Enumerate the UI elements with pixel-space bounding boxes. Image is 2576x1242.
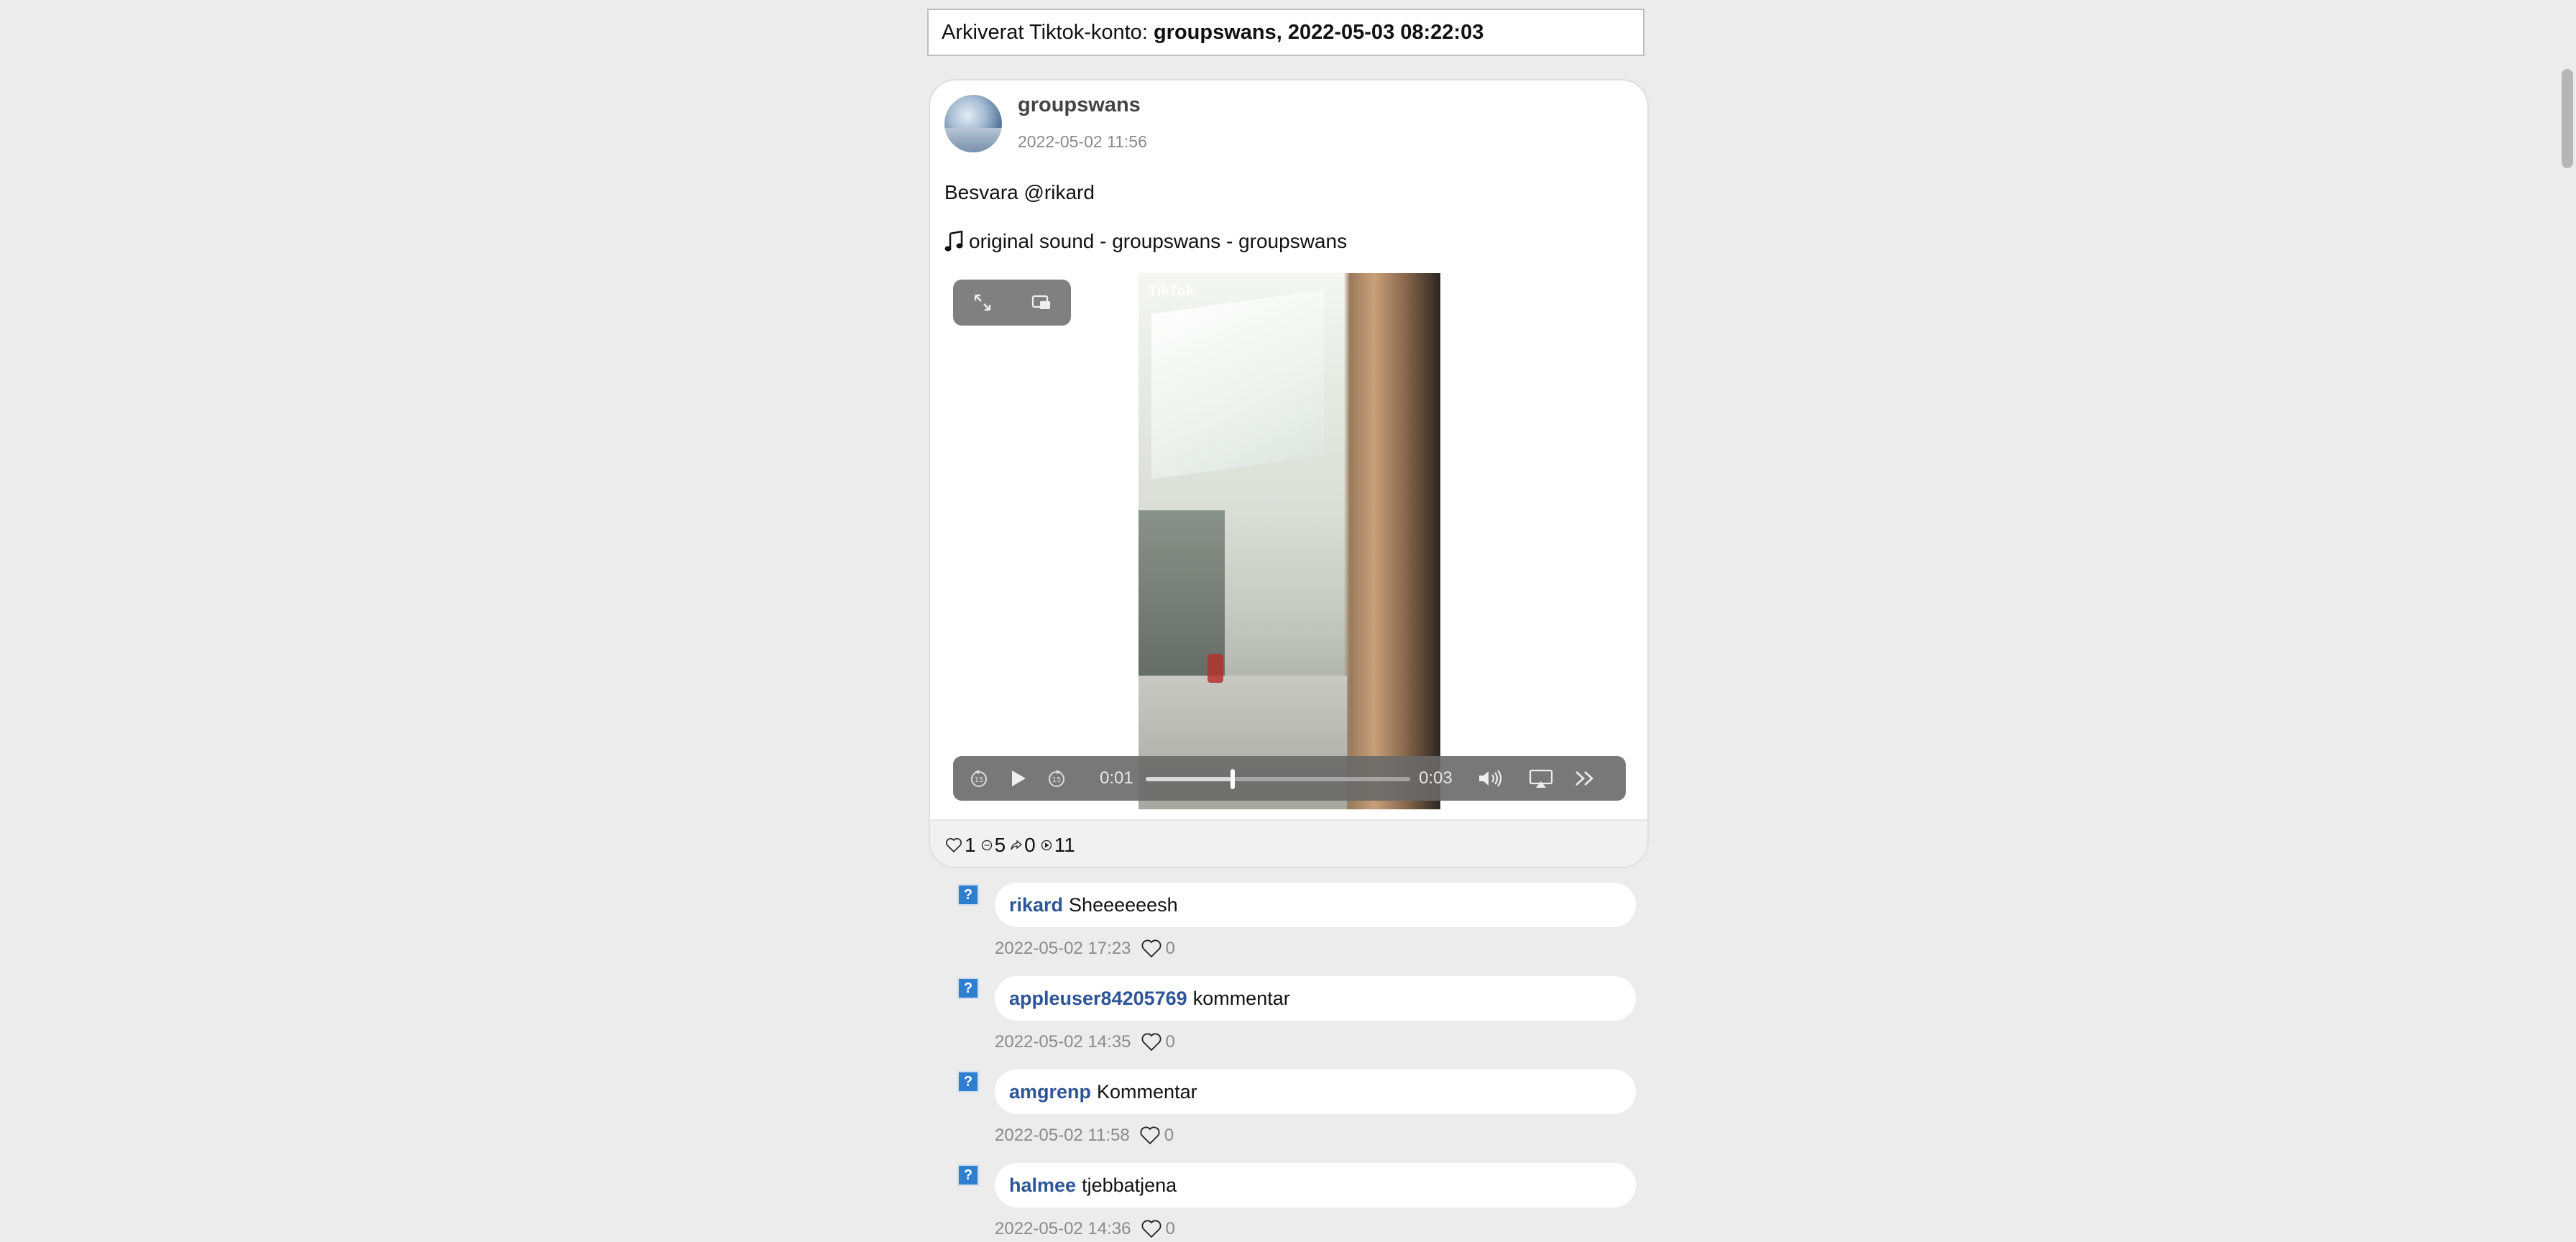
comment-list: ? rikard Sheeeeeesh 2022-05-02 17:23 0 ? … bbox=[929, 868, 1649, 1238]
comment-like-count: 0 bbox=[1165, 939, 1175, 958]
archive-header: Arkiverat Tiktok-konto: groupswans, 2022… bbox=[927, 9, 1644, 56]
comment-bubble: halmee tjebbatjena bbox=[995, 1163, 1636, 1208]
current-time: 0:01 bbox=[1100, 768, 1133, 788]
scrollbar-thumb[interactable] bbox=[2562, 69, 2573, 168]
archive-account-date: groupswans, 2022-05-03 08:22:03 bbox=[1153, 21, 1484, 44]
skip-forward-15-icon[interactable]: 15 bbox=[1045, 767, 1068, 790]
svg-text:15: 15 bbox=[1052, 776, 1062, 784]
comment-text: Sheeeeeesh bbox=[1069, 894, 1178, 916]
heart-icon bbox=[1141, 939, 1161, 958]
comment-text: Kommentar bbox=[1097, 1081, 1197, 1103]
comment-avatar-icon: ? bbox=[957, 884, 979, 906]
comments-stat: 5 bbox=[980, 834, 1006, 857]
seek-thumb[interactable] bbox=[1230, 769, 1236, 789]
comment-date: 2022-05-02 14:36 bbox=[995, 1219, 1131, 1238]
comment-username[interactable]: halmee bbox=[1009, 1174, 1076, 1196]
svg-text:15: 15 bbox=[975, 776, 984, 784]
likes-stat: 1 bbox=[944, 834, 976, 857]
comment-item: ? amgrenp Kommentar 2022-05-02 11:58 0 bbox=[929, 1055, 1649, 1149]
more-controls-icon[interactable] bbox=[1573, 767, 1597, 790]
airplay-icon[interactable] bbox=[1528, 767, 1554, 790]
comment-meta: 2022-05-02 14:36 0 bbox=[995, 1218, 1175, 1241]
post-stats: 1 5 0 11 bbox=[930, 819, 1647, 867]
comment-username[interactable]: rikard bbox=[1009, 894, 1063, 916]
archive-label: Arkiverat Tiktok-konto: bbox=[942, 21, 1148, 44]
comment-bubble: appleuser84205769 kommentar bbox=[995, 976, 1636, 1021]
comments-count: 5 bbox=[994, 834, 1006, 856]
comment-item: ? rikard Sheeeeeesh 2022-05-02 17:23 0 bbox=[929, 868, 1649, 962]
post-author[interactable]: groupswans bbox=[1018, 93, 1141, 117]
duration: 0:03 bbox=[1419, 768, 1453, 788]
fullscreen-icon[interactable] bbox=[971, 291, 994, 314]
picture-in-picture-icon[interactable] bbox=[1030, 291, 1053, 314]
comment-meta: 2022-05-02 11:58 0 bbox=[995, 1124, 1174, 1147]
tiktok-watermark: TikTok bbox=[1149, 283, 1194, 299]
player-top-controls bbox=[953, 280, 1071, 326]
music-line: original sound - groupswans - groupswans bbox=[944, 230, 1347, 253]
comment-item: ? halmee tjebbatjena 2022-05-02 14:36 0 bbox=[929, 1149, 1649, 1242]
share-icon bbox=[1011, 840, 1023, 850]
music-note-icon bbox=[944, 231, 963, 252]
video-scene-object bbox=[1208, 654, 1223, 683]
plays-stat: 11 bbox=[1040, 834, 1075, 857]
seek-bar[interactable] bbox=[1146, 777, 1410, 781]
heart-icon bbox=[946, 838, 962, 853]
comment-avatar-icon: ? bbox=[957, 1071, 979, 1092]
comment-like-count: 0 bbox=[1165, 1032, 1175, 1052]
plays-count: 11 bbox=[1054, 834, 1075, 856]
play-count-icon bbox=[1041, 840, 1052, 851]
comment-avatar-icon: ? bbox=[957, 978, 979, 999]
comment-username[interactable]: appleuser84205769 bbox=[1009, 988, 1187, 1009]
comment-meta: 2022-05-02 14:35 0 bbox=[995, 1031, 1175, 1054]
video-scene-window bbox=[1151, 290, 1324, 479]
comment-date: 2022-05-02 17:23 bbox=[995, 939, 1131, 958]
player-bottom-controls: 15 15 0:01 0:03 bbox=[953, 756, 1626, 801]
comment-bubble: amgrenp Kommentar bbox=[995, 1070, 1636, 1114]
comment-avatar-icon: ? bbox=[957, 1164, 979, 1186]
skip-back-15-icon[interactable]: 15 bbox=[967, 767, 990, 790]
shares-count: 0 bbox=[1024, 834, 1036, 856]
comment-like-count: 0 bbox=[1165, 1219, 1175, 1238]
heart-icon bbox=[1141, 1033, 1161, 1052]
author-avatar[interactable] bbox=[944, 95, 1002, 152]
volume-icon[interactable] bbox=[1476, 767, 1505, 790]
comment-username[interactable]: amgrenp bbox=[1009, 1081, 1091, 1103]
comment-item: ? appleuser84205769 kommentar 2022-05-02 … bbox=[929, 962, 1649, 1055]
comment-text: kommentar bbox=[1192, 988, 1290, 1009]
video-player[interactable]: TikTok 15 15 0:01 0:03 bbox=[930, 273, 1647, 809]
comment-date: 2022-05-02 14:35 bbox=[995, 1032, 1131, 1052]
heart-icon bbox=[1141, 1220, 1161, 1238]
post-caption: Besvara @rikard bbox=[944, 181, 1095, 203]
comment-like-count: 0 bbox=[1164, 1126, 1174, 1145]
post-card: groupswans 2022-05-02 11:56 Besvara @rik… bbox=[929, 79, 1649, 868]
comment-date: 2022-05-02 11:58 bbox=[995, 1126, 1130, 1145]
music-title: original sound - groupswans - groupswans bbox=[969, 230, 1348, 252]
page-scrollbar[interactable] bbox=[2559, 0, 2576, 1238]
likes-count: 1 bbox=[965, 834, 976, 856]
seek-bar-progress bbox=[1146, 777, 1233, 781]
video-frame[interactable]: TikTok bbox=[1138, 273, 1440, 809]
comment-meta: 2022-05-02 17:23 0 bbox=[995, 937, 1175, 960]
comment-text: tjebbatjena bbox=[1082, 1174, 1177, 1196]
heart-icon bbox=[1140, 1126, 1160, 1145]
post-date: 2022-05-02 11:56 bbox=[1018, 132, 1147, 151]
play-icon[interactable] bbox=[1006, 767, 1029, 790]
shares-stat: 0 bbox=[1010, 834, 1036, 857]
comment-bubble: rikard Sheeeeeesh bbox=[995, 883, 1636, 927]
comment-icon bbox=[981, 840, 992, 851]
